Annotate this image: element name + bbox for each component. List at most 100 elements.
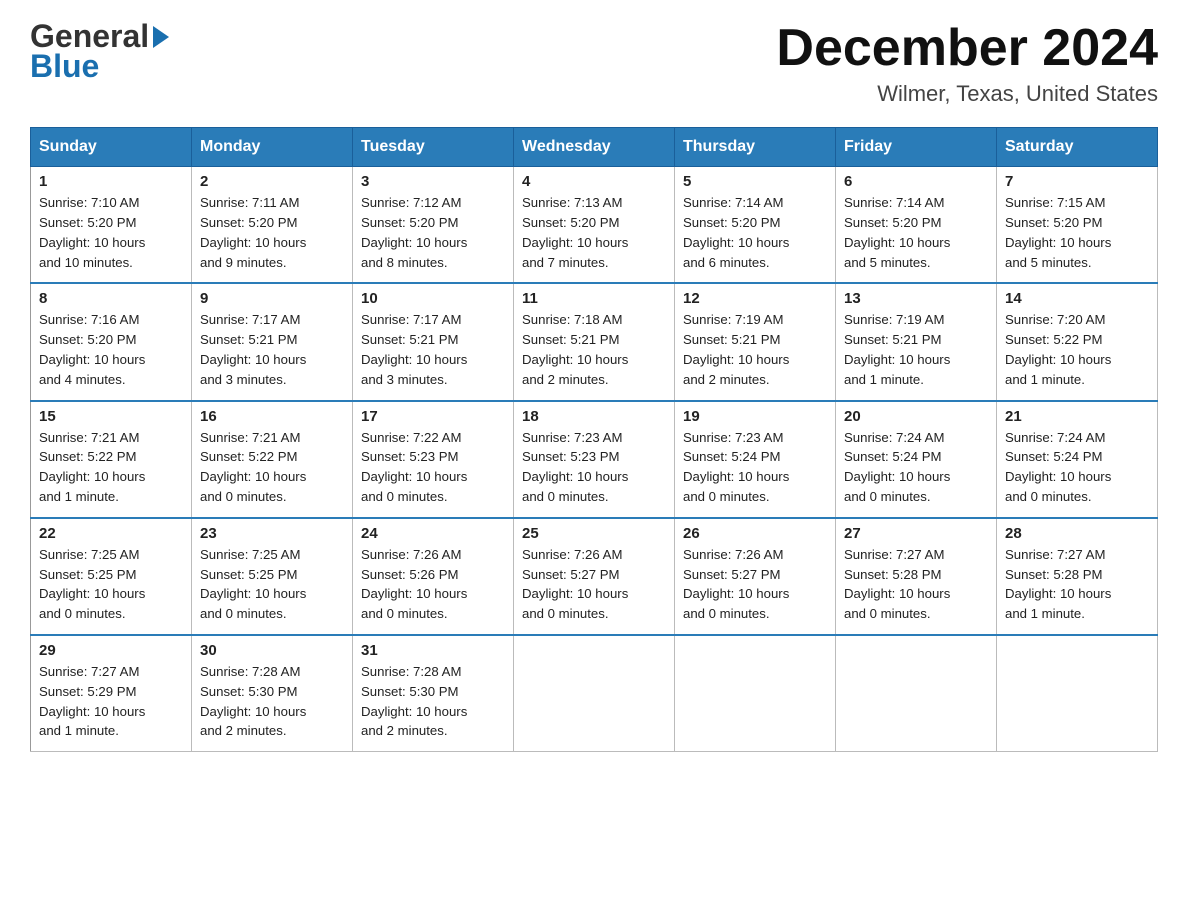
calendar-cell: 29 Sunrise: 7:27 AM Sunset: 5:29 PM Dayl… bbox=[31, 635, 192, 752]
day-info: Sunrise: 7:23 AM Sunset: 5:23 PM Dayligh… bbox=[522, 428, 666, 507]
calendar-table: Sunday Monday Tuesday Wednesday Thursday… bbox=[30, 127, 1158, 752]
day-number: 13 bbox=[844, 290, 988, 307]
day-info: Sunrise: 7:14 AM Sunset: 5:20 PM Dayligh… bbox=[683, 193, 827, 272]
day-number: 9 bbox=[200, 290, 344, 307]
calendar-week-row: 8 Sunrise: 7:16 AM Sunset: 5:20 PM Dayli… bbox=[31, 283, 1158, 400]
day-info: Sunrise: 7:21 AM Sunset: 5:22 PM Dayligh… bbox=[200, 428, 344, 507]
logo-blue-text: Blue bbox=[30, 50, 169, 82]
day-info: Sunrise: 7:28 AM Sunset: 5:30 PM Dayligh… bbox=[200, 662, 344, 741]
col-friday: Friday bbox=[836, 128, 997, 167]
day-number: 25 bbox=[522, 525, 666, 542]
day-info: Sunrise: 7:19 AM Sunset: 5:21 PM Dayligh… bbox=[844, 310, 988, 389]
day-number: 7 bbox=[1005, 173, 1149, 190]
day-number: 5 bbox=[683, 173, 827, 190]
day-number: 22 bbox=[39, 525, 183, 542]
day-info: Sunrise: 7:26 AM Sunset: 5:27 PM Dayligh… bbox=[683, 545, 827, 624]
day-info: Sunrise: 7:10 AM Sunset: 5:20 PM Dayligh… bbox=[39, 193, 183, 272]
calendar-cell: 27 Sunrise: 7:27 AM Sunset: 5:28 PM Dayl… bbox=[836, 518, 997, 635]
day-number: 18 bbox=[522, 408, 666, 425]
calendar-cell: 4 Sunrise: 7:13 AM Sunset: 5:20 PM Dayli… bbox=[514, 167, 675, 284]
calendar-cell: 23 Sunrise: 7:25 AM Sunset: 5:25 PM Dayl… bbox=[192, 518, 353, 635]
day-info: Sunrise: 7:16 AM Sunset: 5:20 PM Dayligh… bbox=[39, 310, 183, 389]
day-number: 10 bbox=[361, 290, 505, 307]
day-number: 4 bbox=[522, 173, 666, 190]
day-number: 21 bbox=[1005, 408, 1149, 425]
calendar-cell: 12 Sunrise: 7:19 AM Sunset: 5:21 PM Dayl… bbox=[675, 283, 836, 400]
day-info: Sunrise: 7:27 AM Sunset: 5:28 PM Dayligh… bbox=[844, 545, 988, 624]
day-number: 16 bbox=[200, 408, 344, 425]
calendar-cell: 19 Sunrise: 7:23 AM Sunset: 5:24 PM Dayl… bbox=[675, 401, 836, 518]
day-info: Sunrise: 7:28 AM Sunset: 5:30 PM Dayligh… bbox=[361, 662, 505, 741]
calendar-cell: 25 Sunrise: 7:26 AM Sunset: 5:27 PM Dayl… bbox=[514, 518, 675, 635]
calendar-cell: 14 Sunrise: 7:20 AM Sunset: 5:22 PM Dayl… bbox=[997, 283, 1158, 400]
day-number: 23 bbox=[200, 525, 344, 542]
day-info: Sunrise: 7:19 AM Sunset: 5:21 PM Dayligh… bbox=[683, 310, 827, 389]
day-info: Sunrise: 7:26 AM Sunset: 5:27 PM Dayligh… bbox=[522, 545, 666, 624]
day-number: 19 bbox=[683, 408, 827, 425]
day-info: Sunrise: 7:17 AM Sunset: 5:21 PM Dayligh… bbox=[361, 310, 505, 389]
day-info: Sunrise: 7:25 AM Sunset: 5:25 PM Dayligh… bbox=[39, 545, 183, 624]
calendar-cell: 5 Sunrise: 7:14 AM Sunset: 5:20 PM Dayli… bbox=[675, 167, 836, 284]
day-info: Sunrise: 7:27 AM Sunset: 5:28 PM Dayligh… bbox=[1005, 545, 1149, 624]
day-number: 28 bbox=[1005, 525, 1149, 542]
calendar-cell bbox=[997, 635, 1158, 752]
day-info: Sunrise: 7:25 AM Sunset: 5:25 PM Dayligh… bbox=[200, 545, 344, 624]
logo: General Blue bbox=[30, 20, 169, 82]
page-header: General Blue December 2024 Wilmer, Texas… bbox=[30, 20, 1158, 107]
day-number: 14 bbox=[1005, 290, 1149, 307]
col-thursday: Thursday bbox=[675, 128, 836, 167]
day-info: Sunrise: 7:22 AM Sunset: 5:23 PM Dayligh… bbox=[361, 428, 505, 507]
calendar-week-row: 15 Sunrise: 7:21 AM Sunset: 5:22 PM Dayl… bbox=[31, 401, 1158, 518]
day-number: 15 bbox=[39, 408, 183, 425]
day-info: Sunrise: 7:27 AM Sunset: 5:29 PM Dayligh… bbox=[39, 662, 183, 741]
calendar-cell: 30 Sunrise: 7:28 AM Sunset: 5:30 PM Dayl… bbox=[192, 635, 353, 752]
calendar-cell: 13 Sunrise: 7:19 AM Sunset: 5:21 PM Dayl… bbox=[836, 283, 997, 400]
day-number: 12 bbox=[683, 290, 827, 307]
calendar-week-row: 1 Sunrise: 7:10 AM Sunset: 5:20 PM Dayli… bbox=[31, 167, 1158, 284]
calendar-cell: 21 Sunrise: 7:24 AM Sunset: 5:24 PM Dayl… bbox=[997, 401, 1158, 518]
location-title: Wilmer, Texas, United States bbox=[776, 81, 1158, 107]
calendar-cell: 10 Sunrise: 7:17 AM Sunset: 5:21 PM Dayl… bbox=[353, 283, 514, 400]
day-info: Sunrise: 7:17 AM Sunset: 5:21 PM Dayligh… bbox=[200, 310, 344, 389]
day-number: 3 bbox=[361, 173, 505, 190]
day-number: 8 bbox=[39, 290, 183, 307]
calendar-cell: 15 Sunrise: 7:21 AM Sunset: 5:22 PM Dayl… bbox=[31, 401, 192, 518]
calendar-cell: 9 Sunrise: 7:17 AM Sunset: 5:21 PM Dayli… bbox=[192, 283, 353, 400]
calendar-cell bbox=[514, 635, 675, 752]
day-info: Sunrise: 7:12 AM Sunset: 5:20 PM Dayligh… bbox=[361, 193, 505, 272]
calendar-cell: 3 Sunrise: 7:12 AM Sunset: 5:20 PM Dayli… bbox=[353, 167, 514, 284]
day-info: Sunrise: 7:14 AM Sunset: 5:20 PM Dayligh… bbox=[844, 193, 988, 272]
calendar-cell: 28 Sunrise: 7:27 AM Sunset: 5:28 PM Dayl… bbox=[997, 518, 1158, 635]
calendar-cell: 16 Sunrise: 7:21 AM Sunset: 5:22 PM Dayl… bbox=[192, 401, 353, 518]
calendar-cell: 18 Sunrise: 7:23 AM Sunset: 5:23 PM Dayl… bbox=[514, 401, 675, 518]
day-info: Sunrise: 7:13 AM Sunset: 5:20 PM Dayligh… bbox=[522, 193, 666, 272]
calendar-cell: 11 Sunrise: 7:18 AM Sunset: 5:21 PM Dayl… bbox=[514, 283, 675, 400]
col-wednesday: Wednesday bbox=[514, 128, 675, 167]
calendar-cell: 31 Sunrise: 7:28 AM Sunset: 5:30 PM Dayl… bbox=[353, 635, 514, 752]
day-number: 26 bbox=[683, 525, 827, 542]
day-info: Sunrise: 7:23 AM Sunset: 5:24 PM Dayligh… bbox=[683, 428, 827, 507]
calendar-cell: 20 Sunrise: 7:24 AM Sunset: 5:24 PM Dayl… bbox=[836, 401, 997, 518]
day-number: 17 bbox=[361, 408, 505, 425]
day-number: 11 bbox=[522, 290, 666, 307]
day-number: 24 bbox=[361, 525, 505, 542]
day-info: Sunrise: 7:24 AM Sunset: 5:24 PM Dayligh… bbox=[1005, 428, 1149, 507]
calendar-header-row: Sunday Monday Tuesday Wednesday Thursday… bbox=[31, 128, 1158, 167]
day-info: Sunrise: 7:20 AM Sunset: 5:22 PM Dayligh… bbox=[1005, 310, 1149, 389]
calendar-cell: 6 Sunrise: 7:14 AM Sunset: 5:20 PM Dayli… bbox=[836, 167, 997, 284]
calendar-cell bbox=[836, 635, 997, 752]
month-title: December 2024 bbox=[776, 20, 1158, 77]
day-info: Sunrise: 7:11 AM Sunset: 5:20 PM Dayligh… bbox=[200, 193, 344, 272]
day-number: 31 bbox=[361, 642, 505, 659]
day-number: 30 bbox=[200, 642, 344, 659]
calendar-week-row: 22 Sunrise: 7:25 AM Sunset: 5:25 PM Dayl… bbox=[31, 518, 1158, 635]
col-sunday: Sunday bbox=[31, 128, 192, 167]
day-number: 27 bbox=[844, 525, 988, 542]
col-saturday: Saturday bbox=[997, 128, 1158, 167]
col-monday: Monday bbox=[192, 128, 353, 167]
day-info: Sunrise: 7:21 AM Sunset: 5:22 PM Dayligh… bbox=[39, 428, 183, 507]
day-info: Sunrise: 7:15 AM Sunset: 5:20 PM Dayligh… bbox=[1005, 193, 1149, 272]
day-info: Sunrise: 7:26 AM Sunset: 5:26 PM Dayligh… bbox=[361, 545, 505, 624]
col-tuesday: Tuesday bbox=[353, 128, 514, 167]
day-number: 2 bbox=[200, 173, 344, 190]
